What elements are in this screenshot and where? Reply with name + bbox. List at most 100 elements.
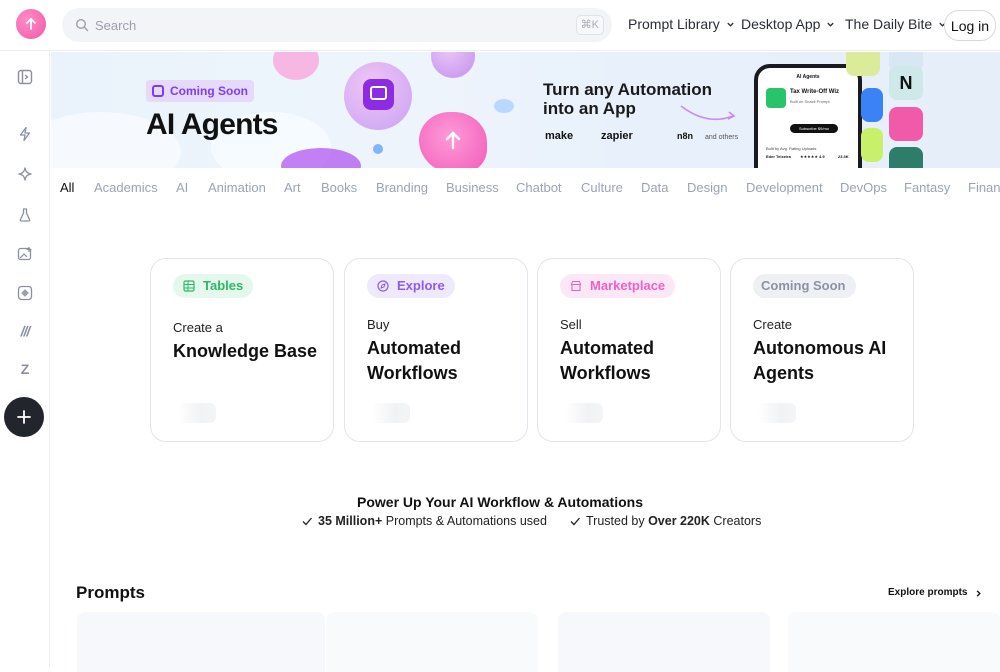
app-icon (889, 147, 923, 168)
agent-icon (152, 85, 164, 97)
login-button[interactable]: Log in (944, 10, 996, 41)
pill-label: Marketplace (590, 278, 666, 293)
brand-make: make (545, 130, 574, 142)
skeleton-placeholder (758, 403, 796, 423)
nav-daily-bite[interactable]: The Daily Bite (845, 16, 947, 32)
search-bar[interactable]: ⌘K (62, 8, 612, 42)
card-title: Automated Workflows (560, 338, 654, 383)
chevron-down-icon (827, 22, 835, 27)
skeleton-placeholder (565, 403, 603, 423)
category-tab[interactable]: Books (321, 180, 357, 195)
skeleton-placeholder (372, 403, 410, 423)
category-all[interactable]: All (60, 180, 74, 195)
nav-prompt-library[interactable]: Prompt Library (628, 16, 735, 32)
brand-zapier: zapier (601, 130, 633, 142)
lightning-icon[interactable] (16, 125, 34, 143)
category-tab[interactable]: Branding (376, 180, 428, 195)
badge-label: Coming Soon (170, 84, 248, 98)
prompt-card-placeholder[interactable] (326, 612, 538, 672)
compass-icon (377, 280, 389, 292)
stat-value: 35 Million+ (318, 514, 383, 528)
card-ai-agents[interactable]: Coming Soon Create Autonomous AI Agents (730, 258, 914, 442)
card-buy-workflows[interactable]: Explore Buy Automated Workflows (344, 258, 528, 442)
app-icon (889, 107, 923, 141)
stat-label: Trusted by (586, 514, 649, 528)
category-tab[interactable]: Culture (581, 180, 623, 195)
coming-soon-pill: Coming Soon (753, 274, 856, 298)
card-action: Buy (367, 317, 390, 332)
prompt-card-placeholder[interactable] (558, 612, 770, 672)
nav-label: Desktop App (741, 16, 821, 32)
arrow-up-icon (26, 17, 36, 30)
sidebar: /// Z (0, 51, 50, 667)
nav-label: Prompt Library (628, 16, 720, 32)
category-tab[interactable]: Chatbot (516, 180, 562, 195)
app-icon (846, 52, 880, 76)
zapier-icon[interactable]: Z (16, 360, 34, 378)
prompts-heading: Prompts (76, 583, 145, 602)
power-up-heading: Power Up Your AI Workflow & Automations (357, 494, 643, 510)
app-icon (861, 88, 883, 122)
category-tab[interactable]: Animation (208, 180, 266, 195)
search-shortcut: ⌘K (575, 15, 604, 35)
image-plus-icon[interactable] (16, 245, 34, 263)
stat-creators: Trusted by Over 220K Creators (570, 514, 761, 528)
top-bar: ⌘K Prompt Library Desktop App The Daily … (0, 0, 1000, 51)
category-tab[interactable]: Finance (968, 180, 1000, 195)
app-icon-n: N (889, 66, 923, 100)
card-title: Knowledge Base (173, 341, 318, 361)
logo[interactable] (16, 9, 46, 39)
app-logo (766, 88, 786, 108)
phone-app-sub: Built on Snack Prompt (790, 99, 830, 104)
category-tab[interactable]: Development (746, 180, 823, 195)
check-icon (570, 517, 580, 526)
logo-bubble (419, 112, 487, 168)
category-tab[interactable]: Design (687, 180, 727, 195)
card-title: Autonomous AI Agents (753, 338, 887, 383)
app-icon (861, 128, 883, 162)
card-action: Sell (560, 317, 582, 332)
add-button[interactable] (4, 397, 44, 437)
search-input[interactable] (95, 16, 525, 34)
category-tab[interactable]: Fantasy (904, 180, 950, 195)
stat-value: Over 220K (648, 514, 710, 528)
puzzle-icon[interactable] (16, 284, 34, 302)
phone-count: 23.3K (838, 154, 849, 159)
card-knowledge-base[interactable]: Tables Create a Knowledge Base (150, 258, 334, 442)
plus-icon (17, 410, 31, 424)
stat-label: Creators (709, 514, 762, 528)
pill-label: Tables (203, 278, 244, 293)
make-icon[interactable]: /// (16, 322, 34, 340)
category-tab[interactable]: Art (284, 180, 301, 195)
marketplace-pill: Marketplace (560, 274, 676, 298)
explore-prompts-link[interactable]: Explore prompts (888, 587, 967, 598)
phone-subscribe-button: Subscribe $9/mo (790, 124, 838, 133)
banner-title: AI Agents (146, 108, 279, 141)
chevron-right-icon[interactable] (974, 589, 983, 598)
category-tab[interactable]: Data (641, 180, 668, 195)
phone-rating: ★★★★★ 4.9 (800, 154, 825, 159)
nav-desktop-app[interactable]: Desktop App (741, 16, 835, 32)
decor-blob (273, 52, 319, 80)
category-tab[interactable]: Academics (94, 180, 158, 195)
prompt-card-placeholder[interactable] (77, 612, 325, 672)
phone-mockup: AI Agents Tax Write-Off Wiz Built on Sna… (754, 64, 862, 168)
sidebar-toggle-icon[interactable] (16, 68, 34, 86)
stat-label: Prompts & Automations used (382, 514, 547, 528)
table-icon (183, 280, 195, 292)
category-tab[interactable]: DevOps (840, 180, 887, 195)
agent-bubble (344, 62, 412, 130)
search-icon (75, 18, 89, 32)
brand-n8n: n8n (677, 131, 694, 141)
card-action: Create (753, 317, 793, 332)
store-icon (570, 280, 582, 292)
card-sell-workflows[interactable]: Marketplace Sell Automated Workflows (537, 258, 721, 442)
category-tab[interactable]: AI (176, 180, 188, 195)
promo-banner[interactable]: Coming Soon AI Agents Turn any Automatio… (51, 52, 1000, 168)
flask-icon[interactable] (16, 206, 34, 224)
sparkle-icon[interactable] (16, 165, 34, 183)
phone-row-labels: Built by Avg. Rating Uploads (766, 146, 817, 151)
category-tab[interactable]: Business (446, 180, 499, 195)
tables-pill: Tables (173, 274, 254, 298)
prompt-card-placeholder[interactable] (788, 612, 1000, 672)
